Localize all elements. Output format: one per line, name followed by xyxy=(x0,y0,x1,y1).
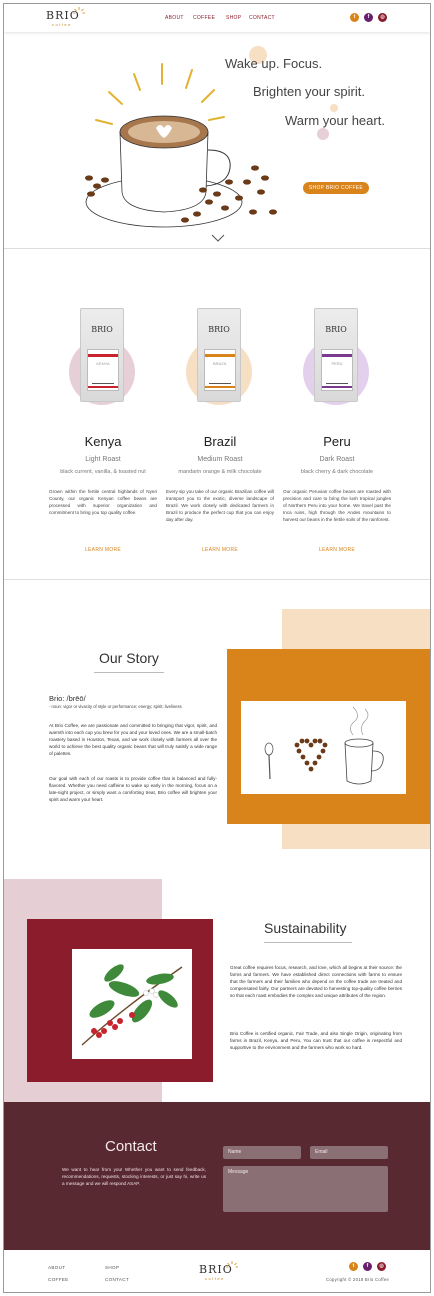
bag-origin: KENYA xyxy=(96,361,110,366)
sustainability-paragraph-1: Great coffee requires focus, research, a… xyxy=(230,965,402,998)
footer-link-coffee[interactable]: COFFEE xyxy=(48,1277,68,1282)
bag-origin: PERU xyxy=(331,361,343,366)
nav-shop[interactable]: SHOP xyxy=(226,15,241,21)
brio-definition: - noun: vigor or vivacity of style or pe… xyxy=(49,704,182,709)
contact-text: We want to hear from you! Whether you wa… xyxy=(62,1167,206,1186)
bag-logo: BRIO xyxy=(208,325,230,334)
nav-about[interactable]: ABOUT xyxy=(165,15,184,21)
decor-dot xyxy=(317,128,329,140)
message-field[interactable]: Message xyxy=(223,1166,388,1212)
shop-brio-coffee-button[interactable]: SHOP BRIO COFFEE xyxy=(303,182,369,194)
footer-link-contact[interactable]: CONTACT xyxy=(105,1277,129,1282)
section-divider xyxy=(4,248,430,249)
instagram-icon[interactable]: ◎ xyxy=(377,1262,386,1271)
story-paragraph-2: Our goal with each of our roasts is to p… xyxy=(49,776,217,802)
bag-logo: BRIO xyxy=(325,325,347,334)
bag-label: BRAZIL xyxy=(204,349,236,391)
product-roast: Medium Roast xyxy=(197,456,243,463)
email-field[interactable]: Email xyxy=(310,1146,388,1159)
landscape-sketch xyxy=(209,368,231,384)
sun-icon xyxy=(73,7,85,14)
label-band xyxy=(322,354,352,357)
brio-logo[interactable]: BRIO coffee xyxy=(46,7,86,30)
contact-section: Contact We want to hear from you! Whethe… xyxy=(4,1102,430,1250)
product-notes: black current, vanilla, & toasted nut xyxy=(60,469,146,475)
footer-logo[interactable]: BRIO coffee xyxy=(199,1261,239,1284)
hero-tagline-1: Wake up. Focus. xyxy=(225,56,323,71)
bag-label: KENYA xyxy=(87,349,119,391)
label-band xyxy=(205,386,235,388)
title-underline xyxy=(94,672,164,673)
label-band xyxy=(88,386,118,388)
logo-subtext: coffee xyxy=(52,22,72,27)
peru-coffee-bag[interactable]: BRIO PERU xyxy=(314,308,358,402)
title-underline xyxy=(264,942,352,943)
spoon-heart-mug-illustration xyxy=(264,706,384,785)
product-name: Kenya xyxy=(84,434,122,449)
learn-more-link[interactable]: LEARN MORE xyxy=(283,547,391,553)
bag-label: PERU xyxy=(321,349,353,391)
nav-contact[interactable]: CONTACT xyxy=(249,15,275,21)
twitter-icon[interactable]: t xyxy=(349,1262,358,1271)
product-description: Every sip you take of our organic Brazil… xyxy=(166,489,274,522)
decor-dot xyxy=(330,104,338,112)
hero-tagline-2: Brighten your spirit. xyxy=(253,84,365,99)
contact-title: Contact xyxy=(105,1138,157,1155)
product-notes: mandarin orange & milk chocolate xyxy=(178,469,262,475)
section-divider xyxy=(4,579,430,580)
page-frame: BRIO coffee ABOUT COFFEE SHOP CONTACT t … xyxy=(3,3,431,1293)
learn-more-link[interactable]: LEARN MORE xyxy=(49,547,157,553)
story-image xyxy=(241,701,406,794)
product-notes: black cherry & dark chocolate xyxy=(300,469,374,475)
landscape-sketch xyxy=(92,368,114,384)
landscape-sketch xyxy=(326,368,348,384)
instagram-icon[interactable]: ◎ xyxy=(378,13,387,22)
bag-logo: BRIO xyxy=(91,325,113,334)
product-name: Peru xyxy=(323,434,351,449)
product-description: Our organic Peruvian coffee beans are ro… xyxy=(283,489,391,522)
twitter-icon[interactable]: t xyxy=(350,13,359,22)
site-footer: ABOUT SHOP COFFEE CONTACT BRIO coffee t … xyxy=(4,1250,430,1292)
site-header: BRIO coffee ABOUT COFFEE SHOP CONTACT t … xyxy=(4,4,430,32)
footer-link-about[interactable]: ABOUT xyxy=(48,1265,65,1270)
product-description: Grown within the fertile central highlan… xyxy=(49,489,157,515)
facebook-icon[interactable]: f xyxy=(363,1262,372,1271)
product-roast: Light Roast xyxy=(85,456,121,463)
name-field[interactable]: Name xyxy=(223,1146,301,1159)
brazil-coffee-bag[interactable]: BRIO BRAZIL xyxy=(197,308,241,402)
sun-icon xyxy=(226,1261,238,1268)
label-band xyxy=(322,386,352,388)
label-band xyxy=(205,354,235,357)
hero-section: Wake up. Focus. Brighten your spirit. Wa… xyxy=(4,32,430,246)
coffee-plant-illustration xyxy=(81,964,183,1046)
copyright-text: Copyright © 2018 Brio Coffee xyxy=(326,1277,390,1282)
story-paragraph-1: At Brio Coffee, we are passionate and co… xyxy=(49,723,217,756)
facebook-icon[interactable]: f xyxy=(364,13,373,22)
sustainability-image xyxy=(72,949,192,1059)
learn-more-link[interactable]: LEARN MORE xyxy=(166,547,274,553)
coffee-beans-illustration xyxy=(85,165,277,223)
sustainability-paragraph-2: Brio Coffee is certified organic, Fair T… xyxy=(230,1031,402,1050)
label-band xyxy=(88,354,118,357)
sustainability-title: Sustainability xyxy=(264,920,347,936)
brio-pronunciation: Brio: /brēō/ xyxy=(49,694,86,703)
chevron-down-icon[interactable] xyxy=(211,234,225,242)
kenya-coffee-bag[interactable]: BRIO KENYA xyxy=(80,308,124,402)
hero-tagline-3: Warm your heart. xyxy=(285,113,385,128)
bag-origin: BRAZIL xyxy=(212,361,227,366)
product-name: Brazil xyxy=(203,434,237,449)
footer-link-shop[interactable]: SHOP xyxy=(105,1265,119,1270)
logo-subtext: coffee xyxy=(205,1276,225,1281)
product-roast: Dark Roast xyxy=(319,456,355,463)
story-title: Our Story xyxy=(99,650,159,666)
nav-coffee[interactable]: COFFEE xyxy=(193,15,215,21)
